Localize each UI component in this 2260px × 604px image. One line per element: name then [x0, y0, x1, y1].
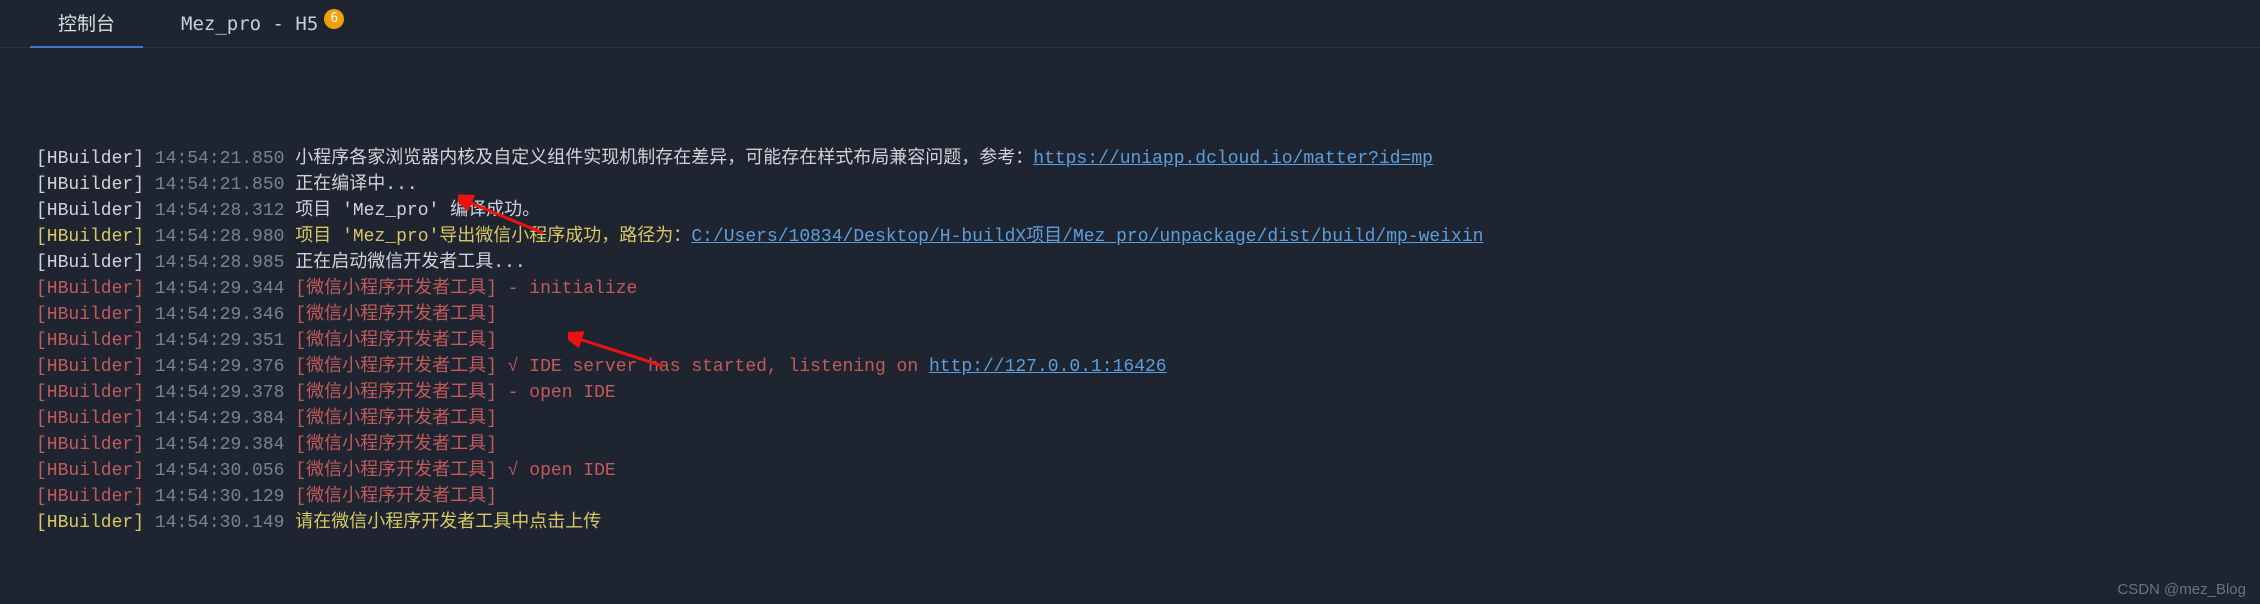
log-time: 14:54:29.378	[155, 383, 285, 403]
log-line: [HBuilder] 14:54:29.346 [微信小程序开发者工具]	[36, 302, 2230, 328]
log-tag: [HBuilder]	[36, 149, 144, 169]
log-message: 正在启动微信开发者工具...	[295, 253, 525, 273]
log-message: [微信小程序开发者工具] - open IDE	[295, 383, 615, 403]
log-message: 项目 'Mez_pro' 编译成功。	[295, 201, 540, 221]
log-tag: [HBuilder]	[36, 487, 144, 507]
log-line: [HBuilder] 14:54:28.985 正在启动微信开发者工具...	[36, 250, 2230, 276]
log-tag: [HBuilder]	[36, 305, 144, 325]
log-tag: [HBuilder]	[36, 435, 144, 455]
console-output: [HBuilder] 14:54:21.850 小程序各家浏览器内核及自定义组件…	[0, 48, 2260, 546]
log-link[interactable]: C:/Users/10834/Desktop/H-buildX项目/Mez_pr…	[691, 227, 1483, 247]
log-message: 正在编译中...	[295, 175, 417, 195]
log-tag: [HBuilder]	[36, 409, 144, 429]
log-link[interactable]: https://uniapp.dcloud.io/matter?id=mp	[1033, 149, 1433, 169]
log-message: [微信小程序开发者工具]	[295, 435, 497, 455]
log-time: 14:54:29.376	[155, 357, 285, 377]
log-tag: [HBuilder]	[36, 383, 144, 403]
log-line: [HBuilder] 14:54:29.351 [微信小程序开发者工具]	[36, 328, 2230, 354]
log-line: [HBuilder] 14:54:28.980 项目 'Mez_pro'导出微信…	[36, 224, 2230, 250]
log-line: [HBuilder] 14:54:29.376 [微信小程序开发者工具] √ I…	[36, 354, 2230, 380]
log-message: [微信小程序开发者工具] √ open IDE	[295, 461, 615, 481]
tab-console[interactable]: 控制台	[30, 0, 143, 48]
log-message: [微信小程序开发者工具] √ IDE server has started, l…	[295, 357, 929, 377]
log-time: 14:54:30.056	[155, 461, 285, 481]
log-line: [HBuilder] 14:54:21.850 小程序各家浏览器内核及自定义组件…	[36, 146, 2230, 172]
tab-bar: 控制台 Mez_pro - H5 6	[0, 0, 2260, 48]
log-time: 14:54:29.384	[155, 409, 285, 429]
log-message: [微信小程序开发者工具] - initialize	[295, 279, 637, 299]
tab-project-label: Mez_pro - H5	[181, 13, 318, 35]
log-time: 14:54:29.384	[155, 435, 285, 455]
log-message: [微信小程序开发者工具]	[295, 331, 497, 351]
log-message: 小程序各家浏览器内核及自定义组件实现机制存在差异，可能存在样式布局兼容问题，参考…	[295, 149, 1033, 169]
log-message: [微信小程序开发者工具]	[295, 487, 497, 507]
watermark: CSDN @mez_Blog	[2117, 581, 2246, 598]
log-time: 14:54:28.312	[155, 201, 285, 221]
log-tag: [HBuilder]	[36, 461, 144, 481]
tab-project[interactable]: Mez_pro - H5 6	[153, 3, 346, 45]
log-line: [HBuilder] 14:54:29.344 [微信小程序开发者工具] - i…	[36, 276, 2230, 302]
log-time: 14:54:29.344	[155, 279, 285, 299]
log-line: [HBuilder] 14:54:30.056 [微信小程序开发者工具] √ o…	[36, 458, 2230, 484]
log-line: [HBuilder] 14:54:30.129 [微信小程序开发者工具]	[36, 484, 2230, 510]
log-line: [HBuilder] 14:54:21.850 正在编译中...	[36, 172, 2230, 198]
log-time: 14:54:28.985	[155, 253, 285, 273]
log-line: [HBuilder] 14:54:30.149 请在微信小程序开发者工具中点击上…	[36, 510, 2230, 536]
log-tag: [HBuilder]	[36, 513, 144, 533]
log-time: 14:54:30.129	[155, 487, 285, 507]
tab-badge: 6	[324, 9, 344, 29]
log-message: 项目 'Mez_pro'导出微信小程序成功，路径为：	[295, 227, 691, 247]
log-line: [HBuilder] 14:54:29.378 [微信小程序开发者工具] - o…	[36, 380, 2230, 406]
log-time: 14:54:29.351	[155, 331, 285, 351]
log-time: 14:54:21.850	[155, 149, 285, 169]
log-tag: [HBuilder]	[36, 331, 144, 351]
tab-console-label: 控制台	[58, 13, 115, 35]
log-tag: [HBuilder]	[36, 227, 144, 247]
log-message: [微信小程序开发者工具]	[295, 305, 497, 325]
log-line: [HBuilder] 14:54:28.312 项目 'Mez_pro' 编译成…	[36, 198, 2230, 224]
log-time: 14:54:29.346	[155, 305, 285, 325]
log-tag: [HBuilder]	[36, 357, 144, 377]
log-time: 14:54:21.850	[155, 175, 285, 195]
log-time: 14:54:28.980	[155, 227, 285, 247]
log-line: [HBuilder] 14:54:29.384 [微信小程序开发者工具]	[36, 432, 2230, 458]
log-message: [微信小程序开发者工具]	[295, 409, 497, 429]
log-tag: [HBuilder]	[36, 253, 144, 273]
log-tag: [HBuilder]	[36, 279, 144, 299]
log-tag: [HBuilder]	[36, 175, 144, 195]
log-line: [HBuilder] 14:54:29.384 [微信小程序开发者工具]	[36, 406, 2230, 432]
log-link[interactable]: http://127.0.0.1:16426	[929, 357, 1167, 377]
log-time: 14:54:30.149	[155, 513, 285, 533]
log-tag: [HBuilder]	[36, 201, 144, 221]
log-message: 请在微信小程序开发者工具中点击上传	[295, 513, 601, 533]
